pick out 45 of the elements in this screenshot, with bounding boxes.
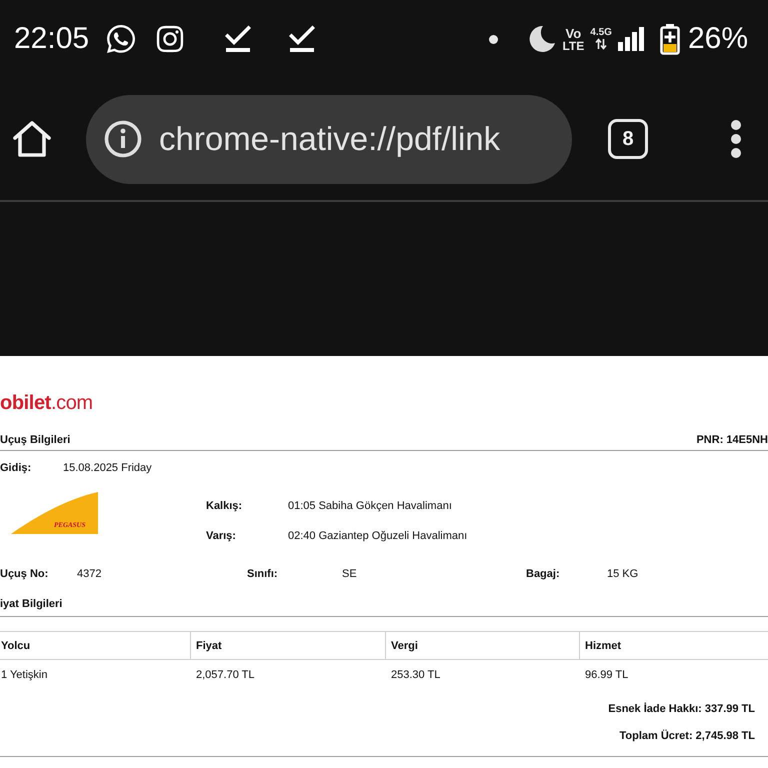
tab-switcher-button[interactable]: 8	[608, 119, 648, 159]
home-icon[interactable]	[12, 119, 52, 159]
battery-percent: 26%	[688, 22, 748, 56]
dot-icon	[489, 34, 498, 44]
address-bar[interactable]: chrome-native://pdf/link	[86, 94, 572, 184]
signal-icon	[618, 27, 644, 51]
field-label: Uçuş No:	[0, 567, 50, 581]
section-title: Uçuş Bilgileri	[0, 433, 70, 447]
volte-text: LTE	[562, 40, 584, 52]
phone-bubble-icon	[105, 23, 138, 55]
field-label: Sınıfı:	[247, 567, 279, 581]
field-label: Varış:	[206, 529, 237, 543]
table-cell-text: 2,057.70 TL	[195, 668, 256, 683]
table-header: Hizmet	[579, 632, 768, 660]
total-text: Toplam Ücret: 2,745.98 TL	[619, 729, 755, 743]
table-header: Yolcu	[0, 632, 190, 660]
field-value: 4372	[77, 567, 102, 581]
table-header: Fiyat	[190, 632, 385, 660]
table-cell-text: 253.30 TL	[390, 668, 442, 683]
info-icon[interactable]	[104, 120, 142, 158]
field-value: 15.08.2025 Friday	[63, 461, 153, 475]
check-icon	[225, 25, 252, 53]
field-label: Kalkış:	[206, 499, 244, 513]
table-header: Vergi	[385, 632, 579, 660]
field-value: 01:05 Sabiha Gökçen Havalimanı	[288, 499, 453, 513]
clock-time: 22:05	[14, 22, 90, 56]
total-text: Esnek İade Hakkı: 337.99 TL	[608, 702, 755, 716]
brand-logo: obilet.com	[0, 391, 93, 415]
table-cell-text: 96.99 TL	[584, 668, 630, 683]
field-label: Bagaj:	[526, 567, 561, 581]
section-title: iyat Bilgileri	[0, 597, 62, 611]
field-value: 02:40 Gaziantep Oğuzeli Havalimanı	[288, 529, 468, 543]
data-arrows-icon	[595, 38, 608, 50]
volte-text: Vo	[566, 26, 582, 40]
camera-icon	[155, 24, 186, 54]
check-icon	[289, 25, 316, 53]
battery-icon	[660, 24, 680, 54]
table-cell-text: 1 Yetişkin	[0, 668, 48, 683]
moon-icon	[528, 25, 556, 53]
field-value: 15 KG	[607, 567, 640, 581]
network-type-text: 4.5G	[590, 28, 612, 38]
field-label: Gidiş:	[0, 461, 32, 475]
pnr-text: PNR: 14E5NH	[696, 433, 768, 447]
more-options-icon[interactable]	[730, 119, 742, 159]
field-value: SE	[342, 567, 358, 581]
